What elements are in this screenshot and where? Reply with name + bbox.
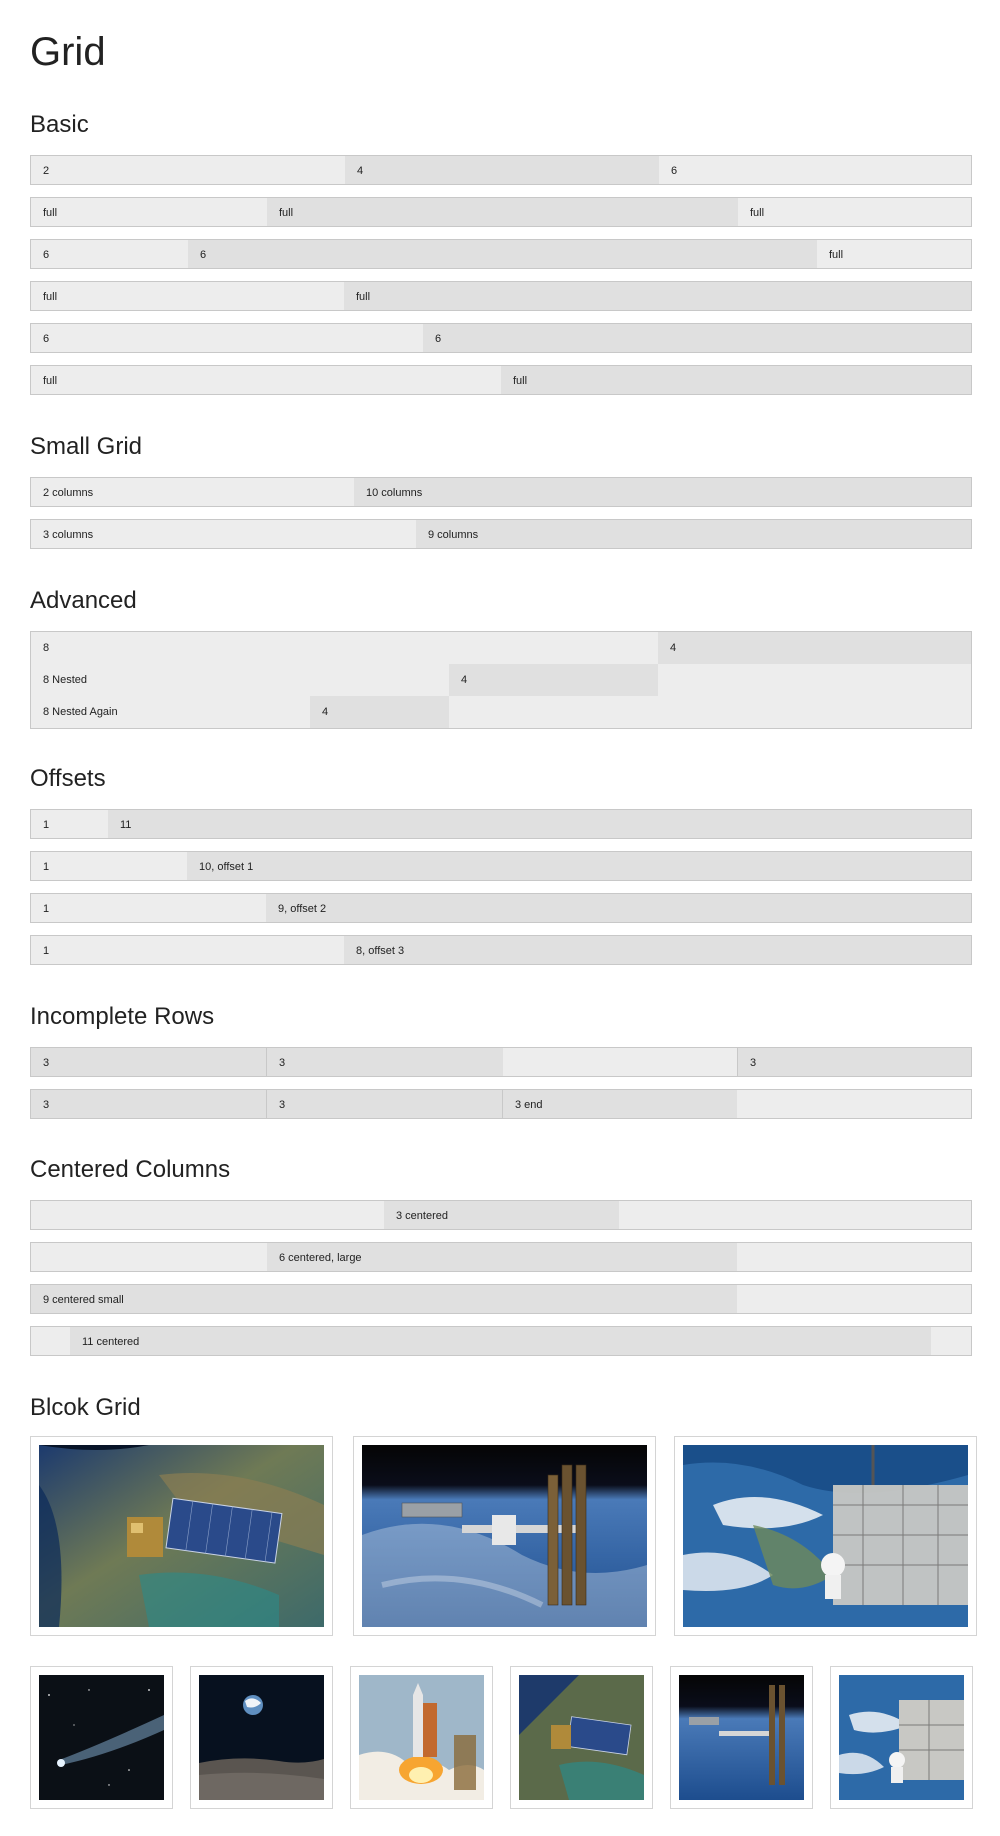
grid-column: 6 <box>659 156 971 184</box>
page: Grid Basic 2 4 6 full full full 6 6 full… <box>0 0 1000 1836</box>
grid-column: full <box>31 198 267 226</box>
earthrise-image <box>199 1675 324 1800</box>
grid-column: 6 <box>31 324 423 352</box>
grid-column: 3 <box>267 1048 503 1076</box>
shuttle-launch-image <box>359 1675 484 1800</box>
block-grid-item[interactable] <box>190 1666 333 1809</box>
grid-column: 3 end <box>503 1090 737 1118</box>
grid-row: 1 10, offset 1 <box>30 851 972 881</box>
section-heading-advanced: Advanced <box>30 587 137 614</box>
satellite-over-earth-image <box>39 1445 324 1627</box>
grid-row: 2 columns 10 columns <box>30 477 972 507</box>
grid-row: 1 8, offset 3 <box>30 935 972 965</box>
grid-column: 1 <box>31 852 187 880</box>
grid-column: 8, offset 3 <box>344 936 971 964</box>
block-grid-item[interactable] <box>510 1666 653 1809</box>
block-grid-item[interactable] <box>353 1436 656 1636</box>
grid-row: 3 3 3 <box>30 1047 972 1077</box>
grid-column: 4 <box>449 664 658 696</box>
grid-column: 3 columns <box>31 520 416 548</box>
grid-column: 3 <box>31 1090 267 1118</box>
grid-row: full full <box>30 365 972 395</box>
grid-row: 3 columns 9 columns <box>30 519 972 549</box>
grid-row: 3 centered <box>30 1200 972 1230</box>
grid-row: 9 centered small <box>30 1284 972 1314</box>
grid-column: 3 centered <box>384 1201 619 1229</box>
astronaut-spacewalk-image <box>683 1445 968 1627</box>
grid-column: 2 columns <box>31 478 354 506</box>
section-heading-offsets: Offsets <box>30 765 106 792</box>
grid-row: 6 6 full <box>30 239 972 269</box>
grid-row: 2 4 6 <box>30 155 972 185</box>
grid-column: 9 centered small <box>31 1285 737 1313</box>
nested-grid: 8 4 8 Nested 4 8 Nested Again 4 <box>30 631 972 729</box>
grid-column: 9 columns <box>416 520 971 548</box>
grid-column: full <box>817 240 971 268</box>
grid-column: 4 <box>658 632 971 664</box>
grid-row: full full <box>30 281 972 311</box>
page-title: Grid <box>30 30 106 74</box>
grid-column: 4 <box>310 696 449 728</box>
block-grid-item[interactable] <box>670 1666 813 1809</box>
grid-row: 6 centered, large <box>30 1242 972 1272</box>
astronaut-spacewalk-image <box>839 1675 964 1800</box>
grid-column: 4 <box>345 156 659 184</box>
grid-column: 6 <box>188 240 817 268</box>
block-grid-item[interactable] <box>674 1436 977 1636</box>
grid-column: 11 <box>108 810 971 838</box>
grid-row: 11 centered <box>30 1326 972 1356</box>
grid-column: 3 <box>31 1048 267 1076</box>
section-heading-basic: Basic <box>30 111 89 138</box>
block-grid-item[interactable] <box>30 1436 333 1636</box>
grid-row: full full full <box>30 197 972 227</box>
grid-column: 1 <box>31 894 266 922</box>
satellite-over-earth-image <box>519 1675 644 1800</box>
grid-column: 2 <box>31 156 345 184</box>
grid-column: 3 <box>737 1048 971 1076</box>
space-station-image <box>679 1675 804 1800</box>
grid-column: 6 <box>423 324 971 352</box>
section-heading-incomplete-rows: Incomplete Rows <box>30 1003 215 1030</box>
section-heading-centered-columns: Centered Columns <box>30 1156 231 1183</box>
grid-column: full <box>267 198 738 226</box>
grid-column: 11 centered <box>70 1327 931 1355</box>
block-grid-item[interactable] <box>30 1666 173 1809</box>
grid-column: 1 <box>31 936 344 964</box>
section-heading-small-grid: Small Grid <box>30 433 143 460</box>
grid-column: full <box>344 282 971 310</box>
grid-column: 9, offset 2 <box>266 894 971 922</box>
comet-image <box>39 1675 164 1800</box>
grid-column: 8 <box>31 632 658 664</box>
grid-row: 1 11 <box>30 809 972 839</box>
grid-column: 3 <box>267 1090 503 1118</box>
grid-column: full <box>31 366 501 394</box>
grid-column: 6 <box>31 240 188 268</box>
grid-column: full <box>501 366 971 394</box>
grid-column: 8 Nested Again <box>31 696 310 728</box>
section-heading-block-grid: Blcok Grid <box>30 1394 141 1421</box>
block-grid-item[interactable] <box>830 1666 973 1809</box>
space-station-image <box>362 1445 647 1627</box>
grid-column: 1 <box>31 810 108 838</box>
grid-column: full <box>31 282 344 310</box>
grid-column: 10, offset 1 <box>187 852 971 880</box>
grid-row: 6 6 <box>30 323 972 353</box>
grid-column: full <box>738 198 971 226</box>
grid-row: 3 3 3 end <box>30 1089 972 1119</box>
grid-column: 10 columns <box>354 478 971 506</box>
grid-column: 8 Nested <box>31 664 449 696</box>
block-grid-item[interactable] <box>350 1666 493 1809</box>
grid-column: 6 centered, large <box>267 1243 737 1271</box>
grid-row: 1 9, offset 2 <box>30 893 972 923</box>
